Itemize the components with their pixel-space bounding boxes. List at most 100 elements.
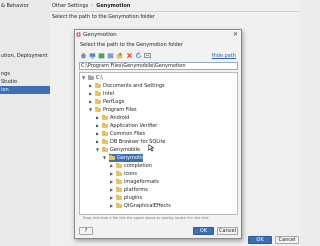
tree-item-label: Genymotion — [117, 155, 148, 161]
chevron-right-icon[interactable]: ▶ — [110, 195, 113, 200]
sidebar-item-studio[interactable]: Studio — [0, 78, 50, 86]
dialog-title: Genymotion — [83, 32, 117, 38]
mouse-cursor-icon — [148, 144, 155, 152]
genymotion-app-icon — [76, 32, 81, 37]
breadcrumb-separator-icon: › — [91, 3, 94, 9]
tree-item[interactable]: ▶ imageformats — [80, 178, 237, 186]
sidebar-item-label: Studio — [1, 79, 17, 85]
path-input[interactable]: C:\Program Files\Genymobile\Genymotion — [79, 62, 238, 70]
chevron-down-icon[interactable]: ▼ — [82, 75, 85, 80]
pane-description: Select the path to the Genymotion folder — [52, 14, 155, 20]
chevron-right-icon[interactable]: ▶ — [96, 115, 99, 120]
sidebar-item-label: ion — [1, 87, 9, 93]
tree-item[interactable]: ▶ platforms — [80, 186, 237, 194]
sidebar-item-label: ngs — [1, 71, 10, 77]
divider — [50, 11, 300, 12]
settings-ok-button[interactable]: OK — [248, 236, 272, 244]
tree-item[interactable]: ▼ C:\ — [80, 74, 237, 82]
folder-icon — [116, 163, 122, 168]
tree-item[interactable]: ▶ QtGraphicalEffects — [80, 202, 237, 210]
tree-item-label: Common Files — [110, 131, 146, 137]
genymotion-folder-dialog: Genymotion ✕ Select the path to the Geny… — [74, 29, 242, 239]
chevron-right-icon[interactable]: ▶ — [96, 123, 99, 128]
show-hidden-icon[interactable] — [144, 52, 151, 59]
breadcrumb-item: Other Settings — [52, 3, 89, 9]
sidebar-item-genymotion[interactable]: ion — [0, 86, 50, 94]
folder-icon — [102, 131, 108, 136]
tree-item[interactable]: ▼ Program Files — [80, 106, 237, 114]
chevron-right-icon[interactable]: ▶ — [110, 179, 113, 184]
chevron-right-icon[interactable]: ▶ — [96, 139, 99, 144]
chevron-right-icon[interactable]: ▶ — [89, 83, 92, 88]
sidebar-item-settings[interactable]: ngs — [0, 70, 50, 78]
project-icon[interactable] — [98, 52, 105, 59]
close-icon[interactable]: ✕ — [233, 31, 238, 38]
breadcrumb-current: Genymotion — [96, 3, 131, 9]
folder-icon — [116, 195, 122, 200]
folder-icon — [102, 147, 108, 152]
desktop-icon[interactable] — [89, 52, 96, 59]
folder-icon — [95, 91, 101, 96]
refresh-icon[interactable] — [135, 52, 142, 59]
sidebar-item-deployment[interactable]: ution, Deployment — [0, 52, 50, 60]
tree-item[interactable]: ▶ DB Browser for SQLite — [80, 138, 237, 146]
tree-item-label: Documents and Settings — [103, 83, 165, 89]
tree-item-label: plugins — [124, 195, 143, 201]
dialog-ok-button[interactable]: OK — [193, 227, 214, 235]
tree-item[interactable]: ▶ PerfLogs — [80, 98, 237, 106]
chevron-right-icon[interactable]: ▶ — [96, 131, 99, 136]
module-icon[interactable] — [107, 52, 114, 59]
folder-icon — [116, 179, 122, 184]
new-folder-icon[interactable] — [116, 52, 123, 59]
folder-icon — [116, 203, 122, 208]
folder-icon — [95, 83, 101, 88]
sidebar-item-label: ution, Deployment — [1, 53, 48, 59]
tree-item[interactable]: ▶ Documents and Settings — [80, 82, 237, 90]
chevron-right-icon[interactable]: ▶ — [110, 171, 113, 176]
settings-cancel-button[interactable]: Cancel — [275, 236, 299, 244]
tree-item[interactable]: ▼ Genymobile — [80, 146, 237, 154]
folder-icon — [95, 107, 101, 112]
tree-item-label: Intel — [103, 91, 115, 97]
breadcrumb: Other Settings › Genymotion — [52, 3, 130, 9]
delete-icon[interactable] — [126, 52, 133, 59]
dialog-cancel-button[interactable]: Cancel — [217, 227, 238, 235]
folder-icon — [102, 115, 108, 120]
chevron-right-icon[interactable]: ▶ — [110, 203, 113, 208]
chevron-right-icon[interactable]: ▶ — [89, 99, 92, 104]
tree-item-label: imageformats — [124, 179, 159, 185]
tree-item[interactable]: ▼ Genymotion — [80, 154, 237, 162]
tree-item-label: completion — [124, 163, 152, 169]
tree-item-label: platforms — [124, 187, 148, 193]
folder-icon — [116, 187, 122, 192]
sidebar-item-label: & Behavior — [1, 3, 29, 9]
folder-icon — [102, 123, 108, 128]
chevron-right-icon[interactable]: ▶ — [110, 163, 113, 168]
tree-item[interactable]: ▶ Application Verifier — [80, 122, 237, 130]
chevron-down-icon[interactable]: ▼ — [103, 155, 106, 160]
hide-path-link[interactable]: Hide path — [212, 53, 236, 59]
folder-icon — [102, 139, 108, 144]
help-icon[interactable]: ? — [79, 227, 93, 235]
tree-item-label: Application Verifier — [110, 123, 158, 129]
tree-item-label: DB Browser for SQLite — [110, 139, 166, 145]
tree-item-label: icons — [124, 171, 137, 177]
home-icon[interactable] — [80, 52, 87, 59]
tree-item[interactable]: ▶ Intel — [80, 90, 237, 98]
chevron-right-icon[interactable]: ▶ — [89, 91, 92, 96]
tree-item-label: C:\ — [96, 75, 103, 81]
tree-item[interactable]: ▶ icons — [80, 170, 237, 178]
tree-item-label: PerfLogs — [103, 99, 125, 105]
sidebar-item-behavior[interactable]: & Behavior — [0, 2, 50, 10]
drag-drop-hint: Drag and drop a file into the space abov… — [83, 216, 209, 220]
drive-icon — [88, 75, 94, 80]
tree-item[interactable]: ▶ plugins — [80, 194, 237, 202]
tree-item[interactable]: ▶ completion — [80, 162, 237, 170]
chevron-right-icon[interactable]: ▶ — [110, 187, 113, 192]
folder-icon — [116, 171, 122, 176]
tree-item[interactable]: ▶ Common Files — [80, 130, 237, 138]
tree-item[interactable]: ▶ Android — [80, 114, 237, 122]
folder-tree[interactable]: ▼ C:\ ▶ Documents and Settings ▶ Intel ▶ PerfLo… — [79, 72, 238, 215]
chevron-down-icon[interactable]: ▼ — [89, 107, 92, 112]
chevron-down-icon[interactable]: ▼ — [96, 147, 99, 152]
